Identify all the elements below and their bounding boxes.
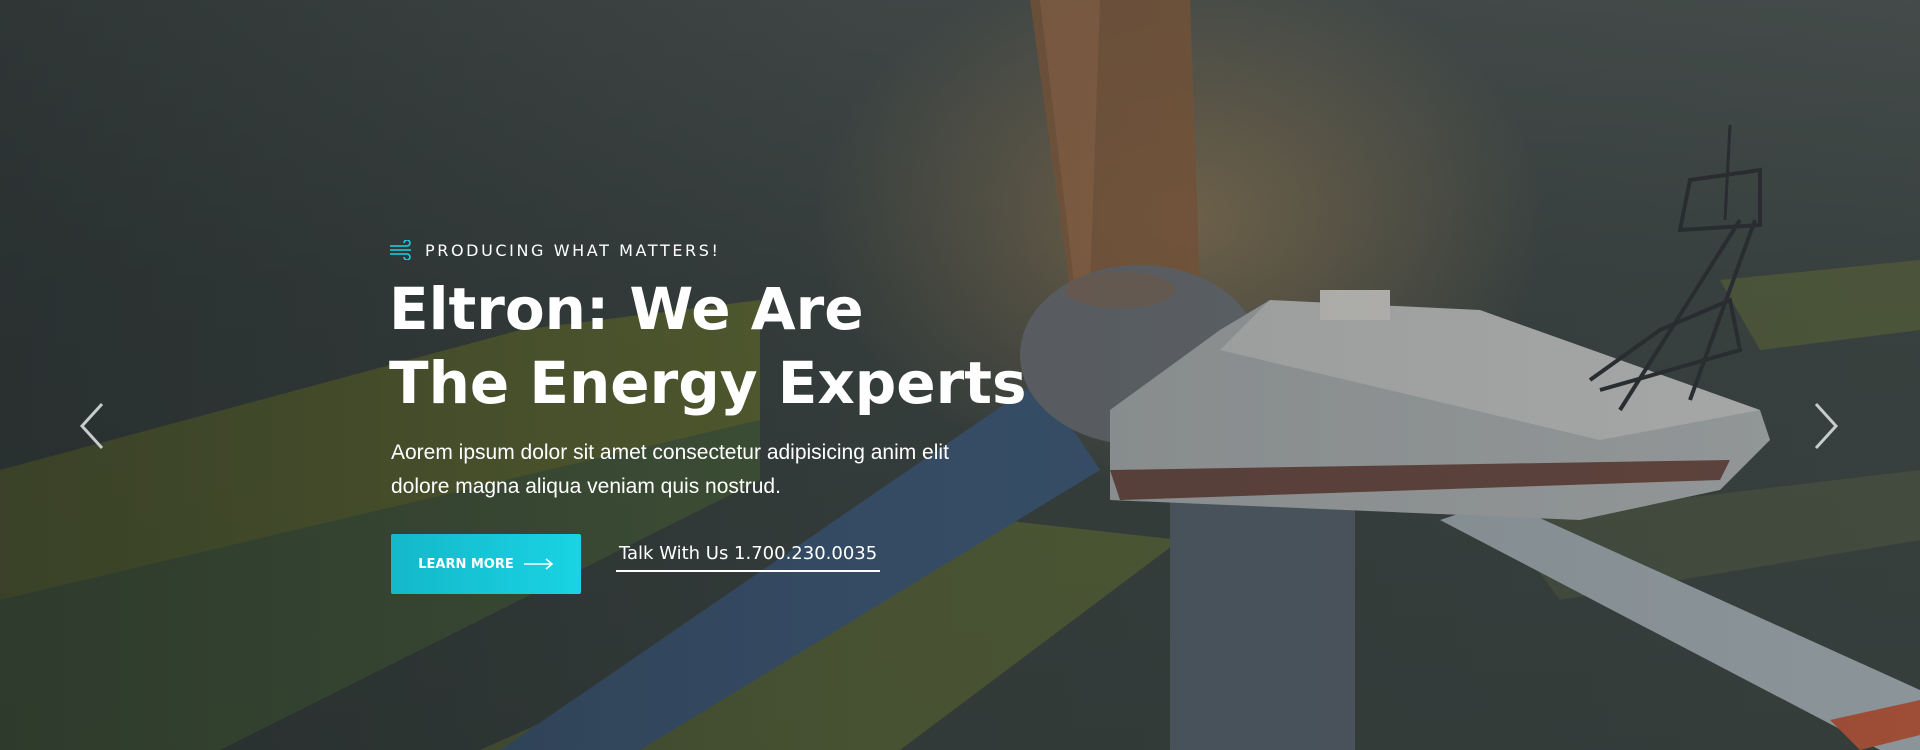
hero-slider: PRODUCING WHAT MATTERS! Eltron: We Are T… [0,0,1920,750]
phone-link[interactable]: Talk With Us 1.700.230.0035 [616,543,881,572]
wind-icon [390,240,411,260]
chevron-left-icon[interactable] [76,400,110,452]
hero-actions: LEARN MORE Talk With Us 1.700.230.0035 [389,534,1089,594]
hero-tagline: PRODUCING WHAT MATTERS! [389,238,1089,262]
learn-more-button[interactable]: LEARN MORE [391,534,581,594]
chevron-right-icon[interactable] [1808,400,1842,452]
headline-line-2: The Energy Experts [389,349,1027,417]
hero-headline: Eltron: We Are The Energy Experts [389,272,1089,420]
tagline-text: PRODUCING WHAT MATTERS! [425,240,721,260]
hero-content: PRODUCING WHAT MATTERS! Eltron: We Are T… [389,238,1089,594]
hero-description: Aorem ipsum dolor sit amet consectetur a… [391,441,949,498]
arrow-right-icon [523,558,554,570]
learn-more-label: LEARN MORE [418,556,514,572]
headline-line-1: Eltron: We Are [389,275,864,343]
